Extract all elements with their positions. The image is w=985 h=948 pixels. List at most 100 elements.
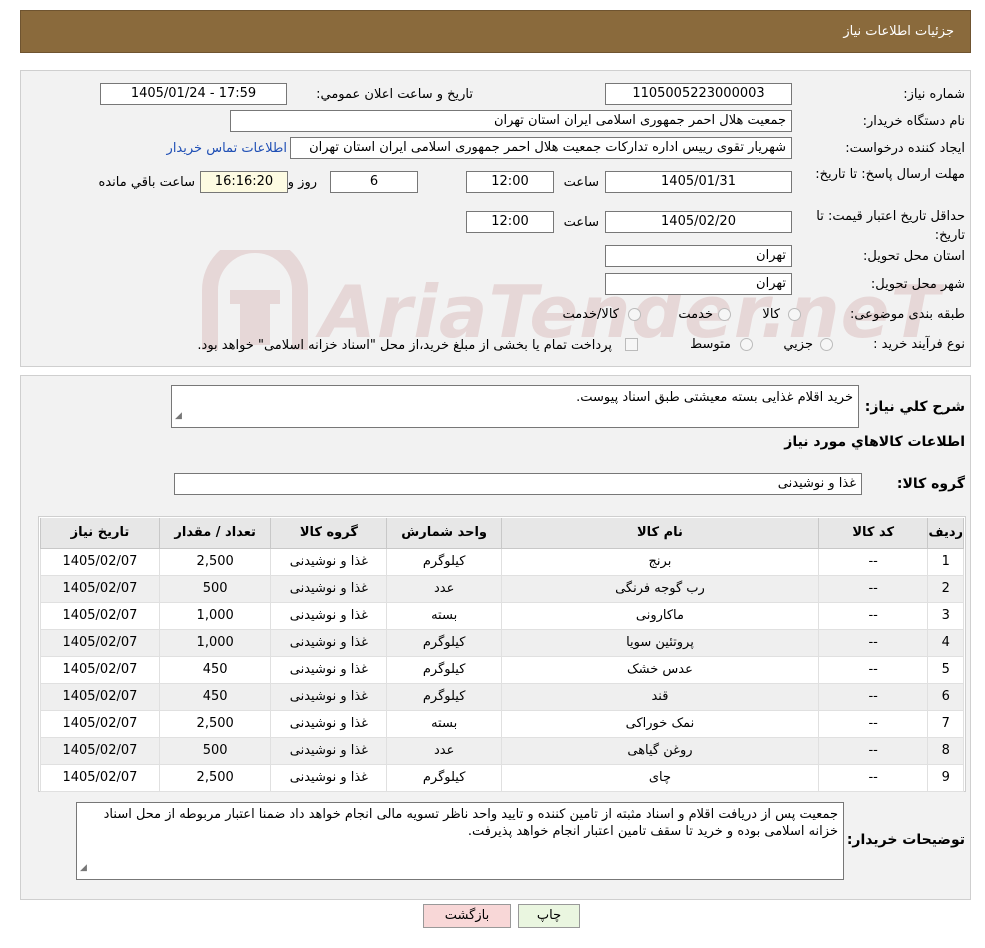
resize-grip-icon[interactable]: ◢	[80, 860, 87, 877]
items-heading: اطلاعات کالاهاي مورد نیاز	[784, 434, 965, 450]
cell-unit: کیلوگرم	[386, 682, 502, 711]
cell-unit: عدد	[386, 574, 502, 603]
cell-row: 7	[927, 709, 964, 738]
treasury-payment-checkbox[interactable]	[625, 338, 638, 351]
cell-qty: 1,000	[158, 601, 272, 630]
col-header-unit: واحد شمارش	[386, 518, 502, 549]
cell-qty: 450	[158, 655, 272, 684]
buyer-notes-label: توضیحات خریدار:	[846, 832, 965, 848]
category-radio-goods[interactable]	[788, 308, 801, 321]
cell-group: غذا و نوشیدنی	[270, 709, 388, 738]
process-radio-medium[interactable]	[740, 338, 753, 351]
cell-code: --	[817, 763, 929, 792]
cell-name: ماکارونی	[500, 601, 819, 630]
cell-row: 4	[927, 628, 964, 657]
resize-grip-icon[interactable]: ◢	[175, 408, 182, 425]
cell-name: چای	[500, 763, 819, 792]
col-header-qty: تعداد / مقدار	[158, 518, 272, 549]
table-row: 8 -- روغن گیاهی عدد غذا و نوشیدنی 500 1405/02/…	[40, 736, 964, 765]
cell-group: غذا و نوشیدنی	[270, 628, 388, 657]
page-header: جزئیات اطلاعات نیاز	[20, 10, 971, 53]
process-option-medium: متوسط	[690, 337, 731, 352]
remaining-label: ساعت باقي مانده	[98, 175, 195, 190]
payment-note: پرداخت تمام یا بخشی از مبلغ خرید،از محل …	[197, 338, 612, 353]
group-field: غذا و نوشیدنی	[174, 473, 862, 495]
validity-date-field: 1405/02/20	[605, 211, 792, 233]
category-option-service: خدمت	[678, 307, 713, 322]
table-row: 2 -- رب گوجه فرنگی عدد غذا و نوشیدنی 500 1405/…	[40, 574, 964, 603]
deadline-date-field: 1405/01/31	[605, 171, 792, 193]
group-label: گروه کالا:	[896, 476, 965, 492]
cell-row: 8	[927, 736, 964, 765]
remaining-time-field: 16:16:20	[200, 171, 288, 193]
cell-row: 5	[927, 655, 964, 684]
col-header-code: کد کالا	[817, 518, 929, 549]
cell-code: --	[817, 682, 929, 711]
city-field: تهران	[605, 273, 792, 295]
cell-qty: 1,000	[158, 628, 272, 657]
cell-date: 1405/02/07	[40, 763, 160, 792]
table-row: 4 -- پروتئین سویا کیلوگرم غذا و نوشیدنی 1,000…	[40, 628, 964, 657]
cell-code: --	[817, 628, 929, 657]
cell-unit: بسته	[386, 601, 502, 630]
buyer-notes-textarea: جمعیت پس از دریافت اقلام و اسناد مثبته ا…	[76, 802, 844, 880]
print-button[interactable]: چاپ	[518, 904, 580, 928]
cell-group: غذا و نوشیدنی	[270, 655, 388, 684]
cell-unit: کیلوگرم	[386, 763, 502, 792]
cell-date: 1405/02/07	[40, 574, 160, 603]
cell-name: عدس خشک	[500, 655, 819, 684]
cell-qty: 500	[158, 574, 272, 603]
cell-code: --	[817, 736, 929, 765]
cell-group: غذا و نوشیدنی	[270, 763, 388, 792]
validity-label: حداقل تاریخ اعتبار قیمت: تا تاریخ:	[816, 209, 965, 243]
cell-qty: 450	[158, 682, 272, 711]
process-radio-minor[interactable]	[820, 338, 833, 351]
buyer-notes-text: جمعیت پس از دریافت اقلام و اسناد مثبته ا…	[103, 807, 838, 839]
cell-code: --	[817, 709, 929, 738]
province-field: تهران	[605, 245, 792, 267]
cell-date: 1405/02/07	[40, 601, 160, 630]
cell-name: نمک خوراکی	[500, 709, 819, 738]
cell-group: غذا و نوشیدنی	[270, 574, 388, 603]
cell-group: غذا و نوشیدنی	[270, 601, 388, 630]
cell-name: روغن گیاهی	[500, 736, 819, 765]
validity-time-label: ساعت	[563, 215, 599, 230]
back-button[interactable]: بازگشت	[423, 904, 511, 928]
summary-textarea: خرید اقلام غذایی بسته معیشتی طبق اسناد پ…	[171, 385, 859, 428]
province-label: استان محل تحویل:	[863, 249, 965, 264]
category-radio-service[interactable]	[718, 308, 731, 321]
cell-group: غذا و نوشیدنی	[270, 736, 388, 765]
need-number-label: شماره نیاز:	[903, 87, 965, 102]
cell-code: --	[817, 655, 929, 684]
summary-label: شرح کلي نیاز:	[864, 399, 965, 415]
cell-row: 9	[927, 763, 964, 792]
cell-group: غذا و نوشیدنی	[270, 547, 388, 576]
table-row: 7 -- نمک خوراکی بسته غذا و نوشیدنی 2,500 1405/…	[40, 709, 964, 738]
items-table: ردیف کد کالا نام کالا واحد شمارش گروه کا…	[40, 518, 964, 792]
buyer-contact-link[interactable]: اطلاعات تماس خریدار	[167, 141, 287, 156]
days-field: 6	[330, 171, 418, 193]
cell-date: 1405/02/07	[40, 682, 160, 711]
cell-qty: 500	[158, 736, 272, 765]
announce-field: 1405/01/24 - 17:59	[100, 83, 287, 105]
deadline-time-field: 12:00	[466, 171, 554, 193]
cell-code: --	[817, 574, 929, 603]
cell-unit: کیلوگرم	[386, 547, 502, 576]
buyer-org-label: نام دستگاه خریدار:	[862, 114, 965, 129]
page-title: جزئیات اطلاعات نیاز	[843, 24, 954, 39]
cell-name: رب گوجه فرنگی	[500, 574, 819, 603]
creator-label: ایجاد کننده درخواست:	[845, 141, 965, 156]
category-option-goods: کالا	[762, 307, 780, 322]
creator-field: شهریار تقوی رییس اداره تدارکات جمعیت هلا…	[290, 137, 792, 159]
col-header-name: نام کالا	[500, 518, 819, 549]
city-label: شهر محل تحویل:	[870, 277, 965, 292]
category-radio-goods-service[interactable]	[628, 308, 641, 321]
deadline-label: مهلت ارسال پاسخ: تا تاریخ:	[815, 167, 965, 182]
cell-unit: کیلوگرم	[386, 655, 502, 684]
cell-row: 1	[927, 547, 964, 576]
cell-row: 2	[927, 574, 964, 603]
process-label: نوع فرآیند خرید :	[873, 337, 965, 352]
category-option-goods-service: کالا/خدمت	[562, 307, 619, 322]
table-row: 6 -- قند کیلوگرم غذا و نوشیدنی 450 1405/02/07	[40, 682, 964, 711]
cell-date: 1405/02/07	[40, 655, 160, 684]
